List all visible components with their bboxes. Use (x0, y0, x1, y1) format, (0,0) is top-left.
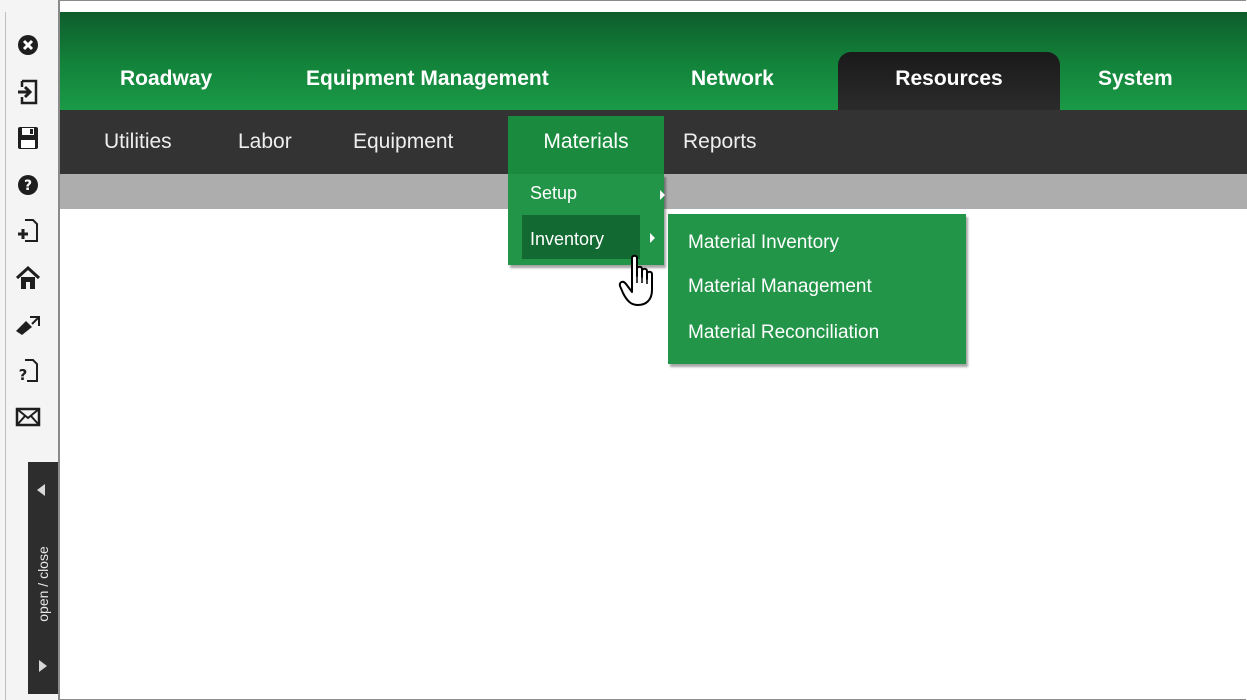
materials-dropdown: Setup Inventory (508, 174, 665, 265)
tab-network[interactable]: Network (691, 67, 774, 91)
menu-item-material-reconciliation[interactable]: Material Reconciliation (688, 322, 879, 344)
tab-resources-label: Resources (895, 67, 1003, 90)
menu-item-material-management[interactable]: Material Management (688, 276, 872, 298)
help-page-icon[interactable]: ? (12, 356, 44, 386)
subnav-materials[interactable]: Materials (508, 116, 664, 174)
collapse-arrow-icon (37, 484, 45, 496)
menu-item-inventory-label: Inventory (530, 229, 605, 249)
subnav-reports[interactable]: Reports (683, 130, 757, 154)
logout-icon[interactable] (12, 77, 44, 107)
main-nav: Roadway Equipment Management Network Res… (60, 12, 1247, 111)
subnav-labor[interactable]: Labor (238, 130, 292, 154)
submenu-arrow-icon (660, 190, 665, 200)
tab-resources[interactable]: Resources (838, 52, 1060, 110)
help-icon[interactable]: ? (12, 170, 44, 200)
svg-text:?: ? (19, 366, 28, 384)
svg-text:?: ? (24, 178, 32, 194)
open-close-toggle[interactable]: open / close (28, 462, 58, 694)
new-page-icon[interactable] (12, 216, 44, 246)
open-close-label: open / close (35, 546, 51, 622)
home-icon[interactable] (12, 263, 44, 293)
subnav-materials-label: Materials (543, 130, 629, 153)
tab-equipment-management[interactable]: Equipment Management (306, 67, 549, 91)
tab-system[interactable]: System (1098, 67, 1173, 91)
hand-cursor-icon (618, 254, 662, 315)
toolbar-edge (5, 12, 6, 700)
edit-icon[interactable] (12, 309, 44, 339)
sub-nav: Utilities Labor Equipment Materials Repo… (60, 110, 1247, 174)
mail-icon[interactable] (12, 402, 44, 432)
menu-item-setup[interactable]: Setup (518, 179, 665, 211)
close-circle-icon[interactable] (12, 30, 44, 60)
menu-item-inventory[interactable]: Inventory (522, 215, 655, 259)
menu-item-setup-label: Setup (530, 183, 578, 203)
left-toolbar: ? ? open / close (0, 0, 60, 700)
submenu-arrow-icon (650, 233, 655, 243)
menu-item-material-inventory[interactable]: Material Inventory (688, 232, 839, 254)
expand-arrow-icon (39, 660, 47, 672)
subnav-utilities[interactable]: Utilities (104, 130, 172, 154)
tab-roadway[interactable]: Roadway (120, 67, 212, 91)
save-icon[interactable] (12, 123, 44, 153)
inventory-submenu: Material Inventory Material Management M… (668, 214, 966, 364)
subnav-equipment[interactable]: Equipment (353, 130, 453, 154)
